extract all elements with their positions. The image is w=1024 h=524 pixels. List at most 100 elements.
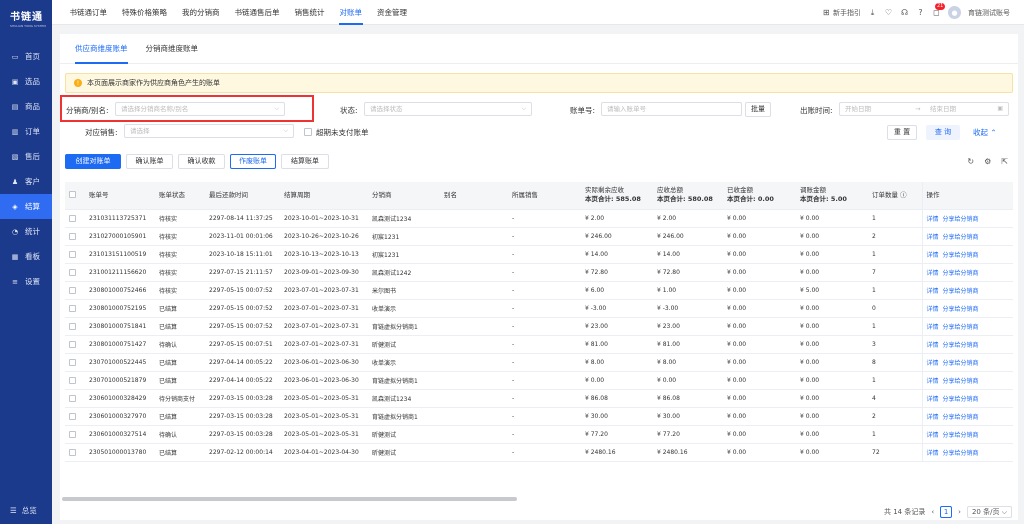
guide-link[interactable]: ⊞ 新手指引 xyxy=(822,8,861,18)
page-size-select[interactable]: 20 条/页 ⌵ xyxy=(966,506,1012,518)
share-link[interactable]: 分享给分销商 xyxy=(943,324,979,331)
detail-link[interactable]: 详情 xyxy=(927,234,939,241)
share-link[interactable]: 分享给分销商 xyxy=(943,342,979,349)
share-link[interactable]: 分享给分销商 xyxy=(943,414,979,421)
row-checkbox[interactable] xyxy=(69,268,76,276)
share-link[interactable]: 分享给分销商 xyxy=(943,216,979,223)
share-link[interactable]: 分享给分销商 xyxy=(943,234,979,241)
select-all-checkbox[interactable] xyxy=(69,191,76,199)
status-select[interactable]: 请选择状态 ⌵ xyxy=(364,102,532,116)
date-range-picker[interactable]: 开始日期 → 结束日期 ▣ xyxy=(839,102,1009,116)
sidebar-item-8[interactable]: ▦ 看板 xyxy=(0,244,52,269)
top-nav-item-5[interactable]: 对账单 xyxy=(332,0,370,25)
prev-page-icon[interactable]: ‹ xyxy=(931,508,934,516)
cell-distributor: 育链虚拟分销商1 xyxy=(368,317,440,336)
cell-sales: - xyxy=(508,353,581,372)
detail-link[interactable]: 详情 xyxy=(927,306,939,313)
row-checkbox[interactable] xyxy=(69,448,76,456)
favorite-icon[interactable]: ♡ xyxy=(884,8,893,17)
download-icon[interactable]: ⤓ xyxy=(868,8,877,17)
detail-link[interactable]: 详情 xyxy=(927,252,939,259)
row-checkbox[interactable] xyxy=(69,214,76,222)
row-checkbox[interactable] xyxy=(69,376,76,384)
page-1[interactable]: 1 xyxy=(940,506,953,518)
export-icon[interactable]: ⇱ xyxy=(1001,157,1008,166)
tab-distributor-bills[interactable]: 分销商维度账单 xyxy=(137,34,208,63)
void-bill-button[interactable]: 作废账单 xyxy=(230,154,276,169)
share-link[interactable]: 分享给分销商 xyxy=(943,252,979,259)
next-page-icon[interactable]: › xyxy=(958,508,961,516)
row-checkbox[interactable] xyxy=(69,412,76,420)
batch-button[interactable]: 批量 xyxy=(745,102,771,117)
top-nav-item-4[interactable]: 销售统计 xyxy=(287,0,332,25)
sidebar-overview[interactable]: ☰ 总览 xyxy=(0,502,52,518)
sidebar-item-4[interactable]: ▧ 售后 xyxy=(0,144,52,169)
horizontal-scrollbar[interactable] xyxy=(62,497,517,501)
detail-link[interactable]: 详情 xyxy=(927,414,939,421)
collapse-toggle[interactable]: 收起 ⌃ xyxy=(973,127,997,138)
confirm-bill-button[interactable]: 确认账单 xyxy=(126,154,173,169)
sidebar-item-1[interactable]: ▣ 选品 xyxy=(0,69,52,94)
sales-select[interactable]: 请选择 ⌵ xyxy=(124,124,294,138)
cell-period: 2023-07-01~2023-07-31 xyxy=(280,299,368,318)
row-checkbox[interactable] xyxy=(69,232,76,240)
detail-link[interactable]: 详情 xyxy=(927,378,939,385)
share-link[interactable]: 分享给分销商 xyxy=(943,306,979,313)
detail-link[interactable]: 详情 xyxy=(927,324,939,331)
top-nav-item-2[interactable]: 我的分销商 xyxy=(175,0,228,25)
share-link[interactable]: 分享给分销商 xyxy=(943,432,979,439)
headset-icon[interactable]: ☊ xyxy=(900,8,909,17)
top-nav-item-0[interactable]: 书链通订单 xyxy=(62,0,115,25)
sidebar-item-9[interactable]: ≡ 设置 xyxy=(0,269,52,294)
tab-supplier-bills[interactable]: 供应商维度账单 xyxy=(66,34,137,64)
sidebar-item-7[interactable]: ◔ 统计 xyxy=(0,219,52,244)
cell-total: ¥ 72.80 xyxy=(653,263,723,282)
sidebar-item-5[interactable]: ♟ 客户 xyxy=(0,169,52,194)
sidebar-item-3[interactable]: ▥ 订单 xyxy=(0,119,52,144)
row-checkbox[interactable] xyxy=(69,394,76,402)
detail-link[interactable]: 详情 xyxy=(927,270,939,277)
share-link[interactable]: 分享给分销商 xyxy=(943,360,979,367)
row-checkbox[interactable] xyxy=(69,322,76,330)
detail-link[interactable]: 详情 xyxy=(927,396,939,403)
sidebar-item-0[interactable]: ▭ 首页 xyxy=(0,44,52,69)
top-nav-item-6[interactable]: 资金管理 xyxy=(370,0,415,25)
top-nav-item-1[interactable]: 特殊价格策略 xyxy=(115,0,175,25)
reset-button[interactable]: 重 置 xyxy=(887,125,917,140)
row-checkbox[interactable] xyxy=(69,358,76,366)
bill-no-input[interactable]: 请输入账单号 xyxy=(601,102,742,116)
sidebar-item-6[interactable]: ◈ 结算 xyxy=(0,194,52,219)
order-icon: ▥ xyxy=(11,127,19,136)
query-button[interactable]: 查 询 xyxy=(926,125,960,140)
detail-link[interactable]: 详情 xyxy=(927,342,939,349)
share-link[interactable]: 分享给分销商 xyxy=(943,270,979,277)
notification-icon[interactable]: ◻ 21 xyxy=(932,3,946,17)
cell-period: 2023-05-01~2023-05-31 xyxy=(280,425,368,444)
row-checkbox[interactable] xyxy=(69,304,76,312)
top-nav-item-3[interactable]: 书链通售后单 xyxy=(227,0,287,25)
share-link[interactable]: 分享给分销商 xyxy=(943,396,979,403)
row-checkbox[interactable] xyxy=(69,340,76,348)
detail-link[interactable]: 详情 xyxy=(927,216,939,223)
detail-link[interactable]: 详情 xyxy=(927,450,939,457)
row-checkbox[interactable] xyxy=(69,286,76,294)
detail-link[interactable]: 详情 xyxy=(927,288,939,295)
settle-bill-button[interactable]: 结算账单 xyxy=(281,154,329,169)
expired-checkbox[interactable] xyxy=(304,128,312,136)
row-checkbox[interactable] xyxy=(69,250,76,258)
user-name[interactable]: 育链测试账号 xyxy=(968,8,1010,18)
gear-icon[interactable]: ⚙ xyxy=(984,157,991,166)
table-row: 230701000521879 已结算 2297-04-14 00:05:22 202… xyxy=(65,371,1013,390)
share-link[interactable]: 分享给分销商 xyxy=(943,450,979,457)
detail-link[interactable]: 详情 xyxy=(927,432,939,439)
confirm-payment-button[interactable]: 确认收款 xyxy=(178,154,225,169)
help-icon[interactable]: ? xyxy=(916,8,925,17)
share-link[interactable]: 分享给分销商 xyxy=(943,378,979,385)
share-link[interactable]: 分享给分销商 xyxy=(943,288,979,295)
avatar[interactable]: ● xyxy=(948,6,961,19)
detail-link[interactable]: 详情 xyxy=(927,360,939,367)
row-checkbox[interactable] xyxy=(69,430,76,438)
sidebar-item-2[interactable]: ▤ 商品 xyxy=(0,94,52,119)
refresh-icon[interactable]: ↻ xyxy=(967,157,974,166)
create-bill-button[interactable]: 创建对账单 xyxy=(65,154,121,169)
